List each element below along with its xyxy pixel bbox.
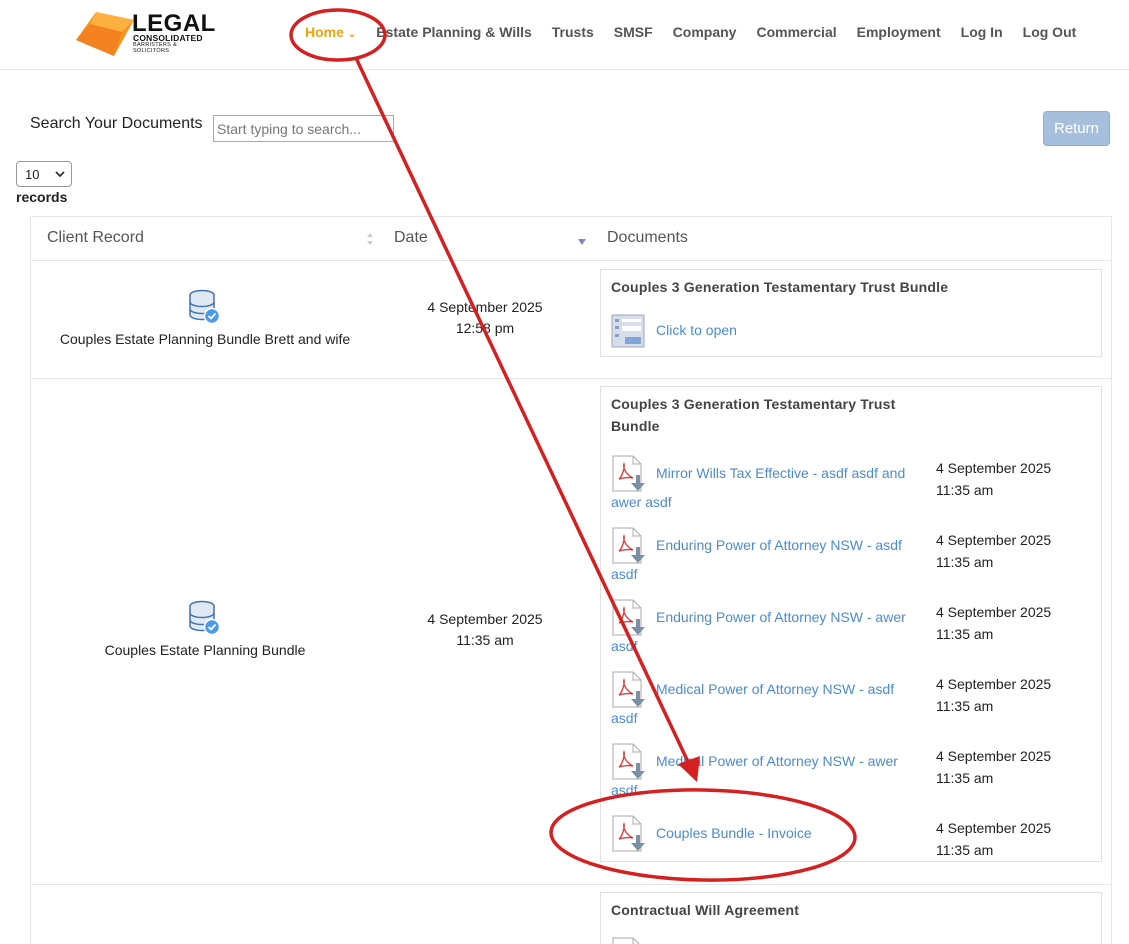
nav-log-in[interactable]: Log In <box>961 20 1003 44</box>
document-date-value: 4 September 2025 <box>936 820 1052 836</box>
document-bundle-box: Contractual Will Agreement <box>600 892 1102 944</box>
document-item: Enduring Power of Attorney NSW - awer as… <box>611 599 1101 659</box>
document-date-value: 4 September 2025 <box>936 604 1052 620</box>
document-time-value: 11:35 am <box>936 698 994 714</box>
document-bundle-box: Couples 3 Generation Testamentary Trust … <box>600 269 1102 357</box>
sort-descending-icon[interactable] <box>577 237 587 247</box>
column-header-client-record[interactable]: Client Record <box>47 229 144 247</box>
document-date: 4 September 2025 11:35 am <box>936 529 1076 573</box>
document-item: Medical Power of Attorney NSW - awer asd… <box>611 743 1101 803</box>
records-label: records <box>16 189 68 205</box>
document-date: 4 September 2025 11:35 am <box>936 817 1076 861</box>
document-date-value: 4 September 2025 <box>936 676 1052 692</box>
return-button[interactable]: Return <box>1043 111 1110 146</box>
database-check-icon <box>189 600 221 636</box>
invoice-document-link[interactable]: Couples Bundle - Invoice <box>611 819 921 848</box>
nav-trusts[interactable]: Trusts <box>552 20 594 44</box>
search-label: Search Your Documents <box>30 115 203 132</box>
time-value: 11:35 am <box>456 632 514 648</box>
main-nav: Home ⌄ Estate Planning & Wills Trusts SMS… <box>305 20 1096 44</box>
document-bundle-box: Couples 3 Generation Testamentary Trust … <box>600 386 1102 862</box>
nav-estate-planning[interactable]: Estate Planning & Wills <box>376 20 531 44</box>
date-cell: 4 September 2025 11:35 am <box>385 609 585 651</box>
table-row: Couples Estate Planning Bundle 4 Septemb… <box>31 379 1111 885</box>
date-cell: 4 September 2025 12:58 pm <box>385 297 585 339</box>
document-date: 4 September 2025 11:35 am <box>936 673 1076 717</box>
nav-home-label: Home <box>305 24 344 40</box>
database-check-icon <box>189 289 221 325</box>
time-value: 12:58 pm <box>455 320 515 336</box>
document-date-value: 4 September 2025 <box>936 460 1052 476</box>
document-item: Couples Bundle - Invoice 4 September 202… <box>611 815 1101 875</box>
bundle-title: Couples 3 Generation Testamentary Trust … <box>611 393 896 437</box>
nav-employment[interactable]: Employment <box>857 20 941 44</box>
sort-both-icon[interactable] <box>366 231 374 247</box>
document-date: 4 September 2025 11:35 am <box>936 457 1076 501</box>
column-header-documents: Documents <box>607 229 688 246</box>
form-document-icon[interactable] <box>611 314 645 348</box>
document-item: Mirror Wills Tax Effective - asdf asdf a… <box>611 455 1101 515</box>
bundle-title: Contractual Will Agreement <box>611 902 800 918</box>
column-header-date[interactable]: Date <box>394 229 428 247</box>
nav-home[interactable]: Home ⌄ <box>305 20 356 44</box>
legal-consolidated-logo[interactable]: LEGAL CONSOLIDATED BARRISTERS & SOLICITO… <box>74 8 215 58</box>
nav-smsf[interactable]: SMSF <box>614 20 653 44</box>
client-record-cell[interactable]: Couples Estate Planning Bundle <box>31 600 379 658</box>
pdf-download-icon[interactable] <box>611 937 647 944</box>
records-select-value: 10 <box>25 166 40 182</box>
document-item: Enduring Power of Attorney NSW - asdf as… <box>611 527 1101 587</box>
document-link[interactable]: Medical Power of Attorney NSW - asdf asd… <box>611 675 921 733</box>
logo-tagline: BARRISTERS & SOLICITORS <box>133 42 177 54</box>
document-time-value: 11:35 am <box>936 554 994 570</box>
document-time-value: 11:35 am <box>936 626 994 642</box>
client-record-name: Couples Estate Planning Bundle <box>104 642 306 658</box>
chevron-down-icon <box>55 170 65 177</box>
document-item: Medical Power of Attorney NSW - asdf asd… <box>611 671 1101 731</box>
document-link[interactable]: Enduring Power of Attorney NSW - asdf as… <box>611 531 921 589</box>
date-value: 4 September 2025 <box>427 299 543 315</box>
document-link[interactable]: Mirror Wills Tax Effective - asdf asdf a… <box>611 459 921 517</box>
nav-commercial[interactable]: Commercial <box>756 20 836 44</box>
documents-table: Client Record Date Documents Couples Est… <box>30 216 1112 944</box>
client-record-name: Couples Estate Planning Bundle Brett and… <box>59 331 351 347</box>
date-value: 4 September 2025 <box>427 611 543 627</box>
nav-log-out[interactable]: Log Out <box>1023 20 1077 44</box>
search-input[interactable] <box>213 115 394 142</box>
document-time-value: 11:35 am <box>936 842 994 858</box>
nav-company[interactable]: Company <box>673 20 737 44</box>
click-to-open-link[interactable]: Click to open <box>656 322 737 338</box>
logo-mark-icon <box>76 12 134 56</box>
bundle-title-line-2: Bundle <box>611 418 660 434</box>
document-link[interactable]: Enduring Power of Attorney NSW - awer as… <box>611 603 921 661</box>
table-row: Couples Estate Planning Bundle Brett and… <box>31 262 1111 379</box>
bundle-title: Couples 3 Generation Testamentary Trust … <box>611 279 949 295</box>
site-header: LEGAL CONSOLIDATED BARRISTERS & SOLICITO… <box>0 0 1129 70</box>
document-date: 4 September 2025 11:35 am <box>936 745 1076 789</box>
table-row: Contractual Will Agreement <box>31 885 1111 944</box>
table-header: Client Record Date Documents <box>31 217 1111 261</box>
document-time-value: 11:35 am <box>936 770 994 786</box>
document-date-value: 4 September 2025 <box>936 748 1052 764</box>
bundle-title-line-1: Couples 3 Generation Testamentary Trust <box>611 396 896 412</box>
records-per-page-select[interactable]: 10 <box>16 161 72 187</box>
document-date-value: 4 September 2025 <box>936 532 1052 548</box>
document-link[interactable]: Medical Power of Attorney NSW - awer asd… <box>611 747 921 805</box>
client-record-cell[interactable]: Couples Estate Planning Bundle Brett and… <box>31 289 379 347</box>
chevron-down-icon: ⌄ <box>347 29 357 40</box>
document-date: 4 September 2025 11:35 am <box>936 601 1076 645</box>
document-time-value: 11:35 am <box>936 482 994 498</box>
